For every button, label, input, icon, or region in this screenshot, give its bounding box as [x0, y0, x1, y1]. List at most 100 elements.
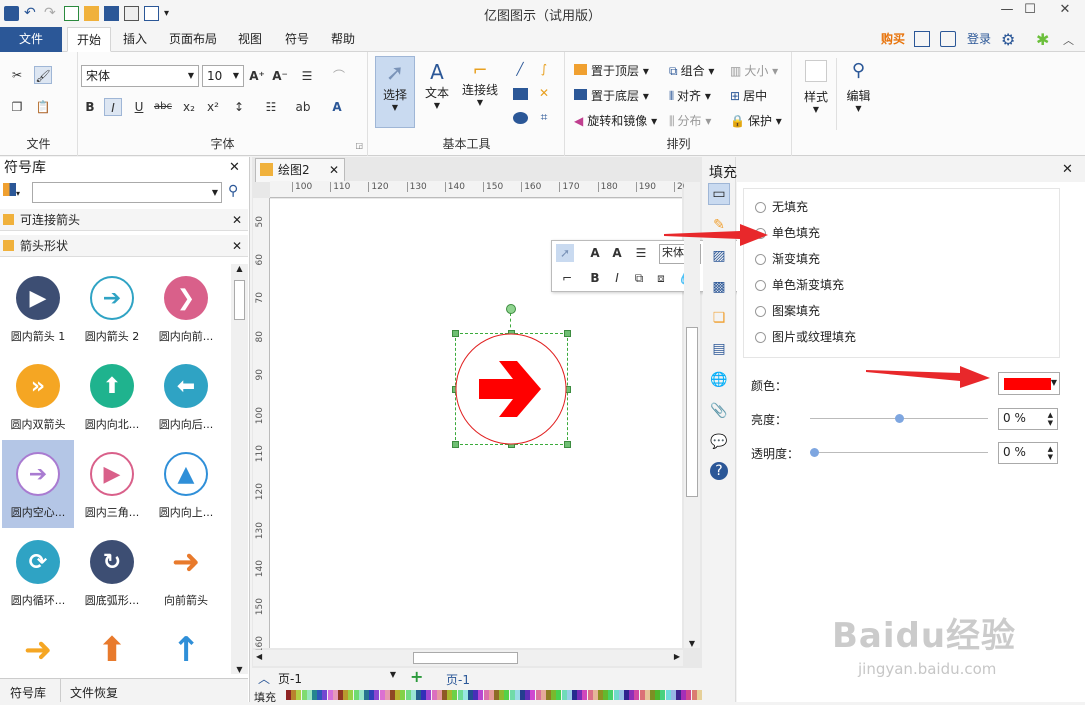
- canvas-vertical-scrollbar[interactable]: ▼: [684, 182, 700, 648]
- send-to-back-button[interactable]: 置于底层 ▾: [574, 87, 649, 104]
- brightness-thumb[interactable]: [895, 414, 904, 423]
- underline-icon[interactable]: U: [130, 98, 148, 116]
- account-icon[interactable]: [940, 31, 956, 47]
- crop-tool-icon[interactable]: ⌗: [535, 108, 553, 126]
- select-tool-button[interactable]: ➚ 选择 ▼: [375, 56, 415, 128]
- document-close-icon[interactable]: ✕: [329, 159, 339, 181]
- shape-item[interactable]: ⬅ 圆内向后...: [150, 352, 222, 440]
- copy-icon[interactable]: ❐: [8, 98, 26, 116]
- curve-tool-icon[interactable]: ∫: [535, 60, 553, 78]
- document-tab[interactable]: 绘图2 ✕: [255, 158, 345, 182]
- italic-icon[interactable]: I: [104, 98, 122, 116]
- transparency-input[interactable]: 0 % ▲ ▼: [998, 442, 1058, 464]
- option-mono-gradient-fill[interactable]: 单色渐变填充: [755, 272, 844, 298]
- add-page-icon[interactable]: +: [410, 667, 423, 686]
- maximize-button[interactable]: ☐: [1015, 2, 1045, 24]
- tab-view[interactable]: 视图: [229, 27, 271, 52]
- cut-icon[interactable]: ✂: [8, 66, 26, 84]
- color-palette[interactable]: [286, 690, 702, 702]
- search-icon[interactable]: ⚲: [228, 183, 238, 199]
- layer-panel-icon[interactable]: ❏: [708, 307, 730, 329]
- shadow-panel-icon[interactable]: ▨: [708, 245, 730, 267]
- float-pointer-icon[interactable]: ➚: [556, 244, 574, 262]
- format-painter-icon[interactable]: 🖌: [34, 66, 52, 84]
- group-button[interactable]: ⧉ 组合 ▾: [669, 62, 714, 79]
- plugin-icon[interactable]: ✱: [1036, 30, 1049, 49]
- rotation-handle[interactable]: [506, 304, 516, 314]
- tab-home[interactable]: 开始: [67, 27, 112, 52]
- share-icon[interactable]: [914, 31, 930, 47]
- float-bold-icon[interactable]: B: [586, 269, 604, 287]
- shape-item[interactable]: ➜ 向前箭头: [150, 528, 222, 616]
- page-up-icon[interactable]: ︿: [258, 670, 270, 687]
- float-align-icon[interactable]: ☰: [632, 244, 650, 262]
- font-size-select[interactable]: 10 ▼: [202, 65, 244, 87]
- section-connectable-arrows[interactable]: 可连接箭头 ✕: [0, 209, 248, 231]
- close-panel-icon[interactable]: ✕: [229, 160, 240, 175]
- palette-swatch[interactable]: [696, 690, 702, 700]
- bring-to-front-button[interactable]: 置于顶层 ▾: [574, 62, 649, 79]
- settings-gear-icon[interactable]: ⚙: [1001, 30, 1015, 49]
- style-button[interactable]: 样式 ▼: [796, 58, 836, 130]
- subscript-icon[interactable]: x₂: [180, 98, 198, 116]
- line-spacing-icon[interactable]: ↕: [230, 98, 248, 116]
- tab-symbol-library[interactable]: 符号库: [10, 684, 46, 701]
- shape-item[interactable]: ⬆ 圆内向北...: [76, 352, 148, 440]
- section-close-icon[interactable]: ✕: [232, 209, 242, 231]
- shape-item[interactable]: » 圆内双箭头: [2, 352, 74, 440]
- font-shrink-icon[interactable]: A⁻: [271, 67, 289, 85]
- shape-item[interactable]: ↑: [150, 616, 222, 674]
- float-italic-icon[interactable]: I: [608, 269, 626, 287]
- text-tool-button[interactable]: A 文本 ▼: [417, 56, 457, 128]
- superscript-icon[interactable]: x²: [204, 98, 222, 116]
- attachment-panel-icon[interactable]: 📎: [708, 400, 730, 422]
- fill-panel-icon[interactable]: ▭: [708, 183, 730, 205]
- login-link[interactable]: 登录: [958, 27, 1000, 52]
- distribute-button[interactable]: ⫼ 分布 ▾: [669, 112, 711, 129]
- center-button[interactable]: ⊞ 居中: [730, 87, 767, 104]
- help-icon[interactable]: ?: [710, 462, 728, 480]
- option-no-fill[interactable]: 无填充: [755, 194, 808, 220]
- font-color-icon[interactable]: A: [328, 98, 346, 116]
- rotate-mirror-button[interactable]: ◀ 旋转和镜像 ▾: [574, 112, 657, 129]
- align-button[interactable]: ⫴ 对齐 ▾: [669, 87, 711, 104]
- collapse-ribbon-icon[interactable]: ︿: [1063, 32, 1074, 48]
- brightness-input[interactable]: 0 % ▲ ▼: [998, 408, 1058, 430]
- shape-item[interactable]: ➜: [2, 616, 74, 674]
- shape-item[interactable]: ▶ 圆内箭头 1: [2, 264, 74, 352]
- option-gradient-fill[interactable]: 渐变填充: [755, 246, 820, 272]
- cross-tool-icon[interactable]: ✕: [535, 84, 553, 102]
- shape-item[interactable]: ➔ 圆内箭头 2: [76, 264, 148, 352]
- section-close-icon[interactable]: ✕: [232, 235, 242, 257]
- edit-button[interactable]: ⚲ 编辑 ▼: [836, 58, 880, 130]
- symbol-search-input[interactable]: ▼: [32, 182, 222, 203]
- shape-item[interactable]: ❯ 圆内向前...: [150, 264, 222, 352]
- paste-icon[interactable]: 📋: [34, 98, 52, 116]
- arrow-circle-shape[interactable]: [455, 333, 568, 445]
- float-font-shrink-icon[interactable]: A: [608, 244, 626, 262]
- text-direction-icon[interactable]: ⌒: [330, 67, 348, 85]
- close-window-button[interactable]: ✕: [1050, 2, 1080, 24]
- line-tool-icon[interactable]: ╱: [511, 60, 529, 78]
- section-arrow-shapes[interactable]: 箭头形状 ✕: [0, 235, 248, 257]
- option-pattern-fill[interactable]: 图案填充: [755, 298, 820, 324]
- tab-file-recovery[interactable]: 文件恢复: [70, 684, 118, 701]
- text-highlight-icon[interactable]: ab: [294, 98, 312, 116]
- option-picture-fill[interactable]: 图片或纹理填充: [755, 324, 856, 350]
- float-front-icon[interactable]: ⧉: [630, 269, 648, 287]
- font-name-select[interactable]: 宋体 ▼: [81, 65, 199, 87]
- tab-page-layout[interactable]: 页面布局: [160, 27, 226, 52]
- rectangle-tool-icon[interactable]: [513, 88, 528, 100]
- strikethrough-icon[interactable]: abc: [154, 98, 172, 116]
- page-select[interactable]: 页-1 ▼: [278, 670, 396, 688]
- bullets-icon[interactable]: ☷: [262, 98, 280, 116]
- float-connector-icon[interactable]: ⌐: [558, 269, 576, 287]
- library-menu-icon[interactable]: ▾: [3, 183, 27, 203]
- transparency-thumb[interactable]: [810, 448, 819, 457]
- tab-symbol[interactable]: 符号: [276, 27, 318, 52]
- shape-item[interactable]: ▲ 圆内向上...: [150, 440, 222, 528]
- color-picker[interactable]: ▼: [998, 372, 1060, 395]
- ellipse-tool-icon[interactable]: [513, 112, 528, 124]
- shape-item[interactable]: ⬆: [76, 616, 148, 674]
- shape-item[interactable]: ⟳ 圆内循环...: [2, 528, 74, 616]
